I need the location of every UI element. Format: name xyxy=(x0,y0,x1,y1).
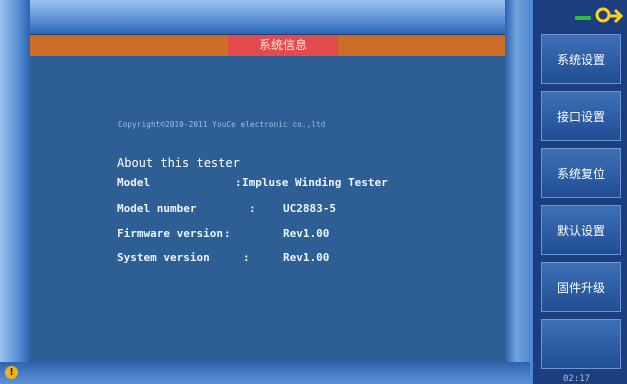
info-value: Rev1.00 xyxy=(283,251,330,264)
system-info-panel: 系统信息 Copyright©2010-2011 YouCe electroni… xyxy=(30,35,505,362)
page-title: 系统信息 xyxy=(228,35,338,56)
frame-left xyxy=(0,0,30,384)
tester-screen: 系统信息 Copyright©2010-2011 YouCe electroni… xyxy=(0,0,627,384)
info-value: Impluse Winding Tester xyxy=(242,176,388,189)
blank-softkey-button[interactable] xyxy=(541,319,621,369)
copyright-text: Copyright©2010-2011 YouCe electronic co.… xyxy=(118,120,326,129)
info-icon[interactable]: ! xyxy=(5,366,18,379)
info-label: Model xyxy=(117,176,151,189)
info-separator: : xyxy=(249,202,256,215)
usb-lock-icon xyxy=(575,7,624,24)
title-bar: 系统信息 xyxy=(30,35,505,56)
firmware-upgrade-button[interactable]: 固件升级 xyxy=(541,262,621,312)
about-heading: About this tester xyxy=(117,156,240,170)
default-settings-button[interactable]: 默认设置 xyxy=(541,205,621,255)
info-separator: : xyxy=(235,176,242,189)
info-separator: : xyxy=(243,251,250,264)
status-time: 02:17 xyxy=(563,374,591,384)
system-settings-button[interactable]: 系统设置 xyxy=(541,34,621,84)
info-separator: : xyxy=(224,227,231,240)
system-reset-button[interactable]: 系统复位 xyxy=(541,148,621,198)
info-label: Firmware version xyxy=(117,227,223,240)
info-label: System version xyxy=(117,251,210,264)
info-label: Model number xyxy=(117,202,197,215)
function-menu: 系统设置 接口设置 系统复位 默认设置 固件升级 xyxy=(533,0,627,384)
info-value: UC2883-5 xyxy=(283,202,336,215)
interface-settings-button[interactable]: 接口设置 xyxy=(541,91,621,141)
frame-right xyxy=(505,0,533,384)
info-value: Rev1.00 xyxy=(283,227,330,240)
frame-top xyxy=(0,0,530,34)
frame-bottom xyxy=(0,362,530,384)
